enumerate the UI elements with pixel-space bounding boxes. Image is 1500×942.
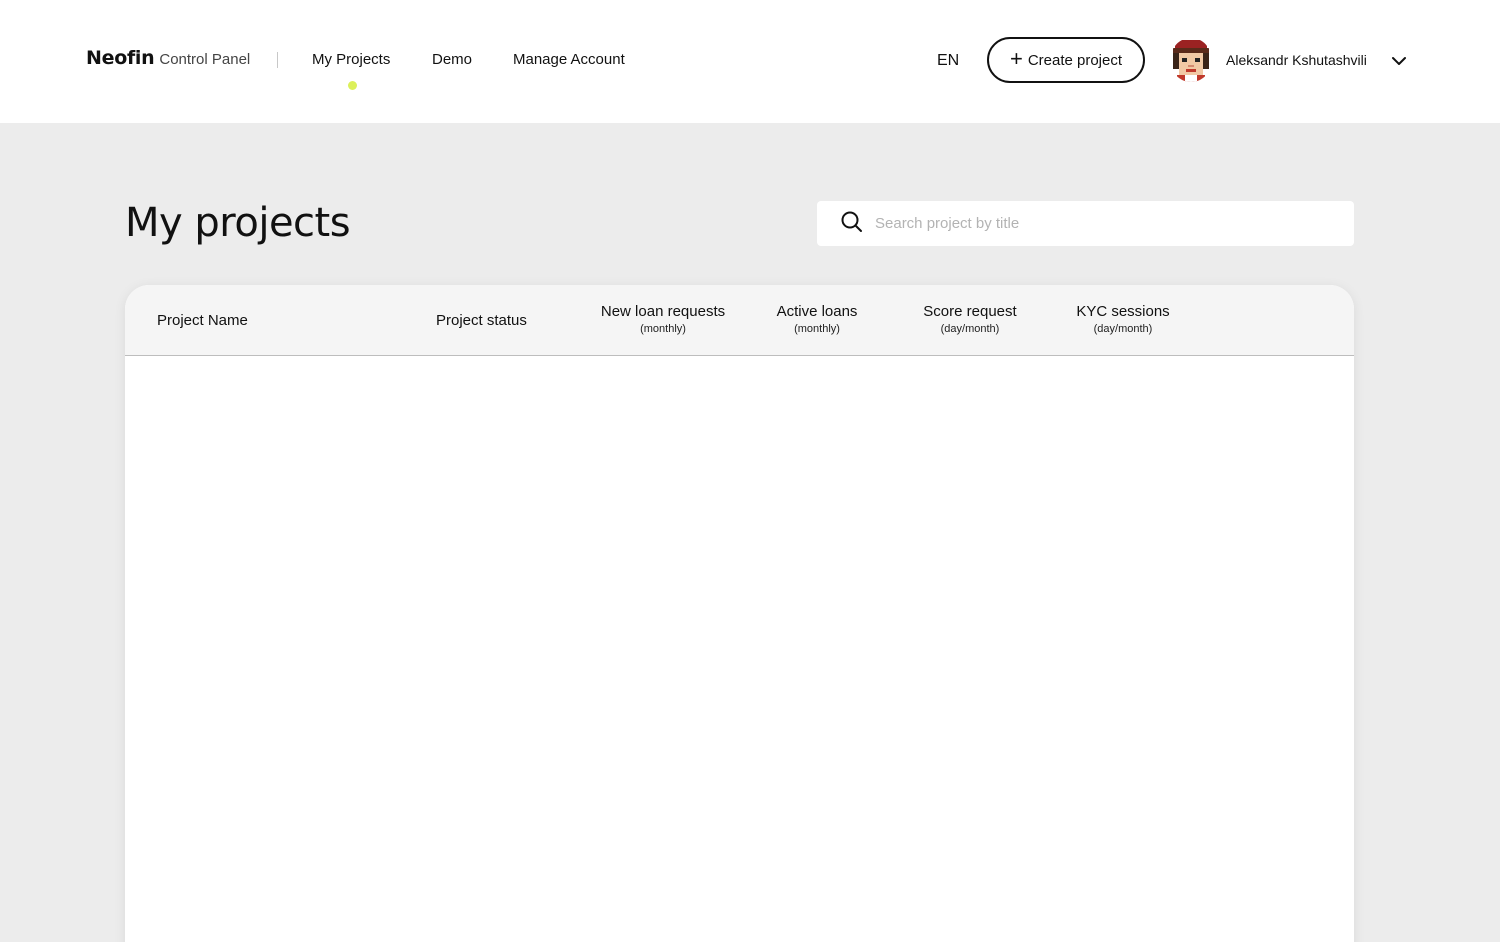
search-icon — [841, 211, 862, 232]
brand-logo[interactable]: Neofin Control Panel — [86, 47, 250, 69]
active-nav-indicator — [348, 81, 357, 90]
avatar[interactable] — [1170, 38, 1212, 82]
column-label: Score request — [923, 303, 1017, 320]
search-input[interactable] — [875, 201, 1335, 246]
brand-divider — [277, 52, 278, 68]
column-score-request[interactable]: Score request (day/month) — [900, 303, 1040, 335]
top-navigation-bar: Neofin Control Panel My Projects Demo Ma… — [0, 0, 1500, 123]
column-new-loan-requests[interactable]: New loan requests (monthly) — [583, 303, 743, 335]
column-sublabel: (monthly) — [640, 323, 686, 335]
column-kyc-sessions[interactable]: KYC sessions (day/month) — [1053, 303, 1193, 335]
pixel-avatar-icon — [1170, 38, 1212, 82]
nav-manage-account[interactable]: Manage Account — [513, 51, 625, 68]
plus-icon: + — [1009, 46, 1023, 71]
column-label: KYC sessions — [1076, 303, 1170, 320]
create-project-label: Create project — [1027, 51, 1123, 69]
chevron-down-icon[interactable] — [1389, 51, 1409, 71]
column-project-status[interactable]: Project status — [436, 312, 527, 329]
column-label: Project Name — [157, 312, 248, 329]
create-project-button[interactable]: + Create project — [987, 37, 1145, 83]
nav-my-projects[interactable]: My Projects — [312, 51, 390, 68]
user-name[interactable]: Aleksandr Kshutashvili — [1226, 52, 1367, 68]
column-sublabel: (day/month) — [940, 323, 1000, 335]
column-label: Project status — [436, 312, 527, 329]
nav-demo[interactable]: Demo — [432, 51, 472, 68]
table-header: Project Name Project status New loan req… — [125, 285, 1354, 356]
column-label: New loan requests — [600, 303, 726, 320]
language-selector[interactable]: EN — [937, 52, 959, 70]
column-label: Active loans — [776, 303, 858, 320]
column-active-loans[interactable]: Active loans (monthly) — [747, 303, 887, 335]
projects-table: Project Name Project status New loan req… — [125, 285, 1354, 942]
brand-subtitle: Control Panel — [159, 51, 251, 68]
column-sublabel: (monthly) — [794, 323, 840, 335]
column-project-name[interactable]: Project Name — [157, 312, 248, 329]
page-title: My projects — [125, 200, 351, 246]
column-sublabel: (day/month) — [1093, 323, 1153, 335]
brand-name: Neofin — [86, 47, 155, 69]
